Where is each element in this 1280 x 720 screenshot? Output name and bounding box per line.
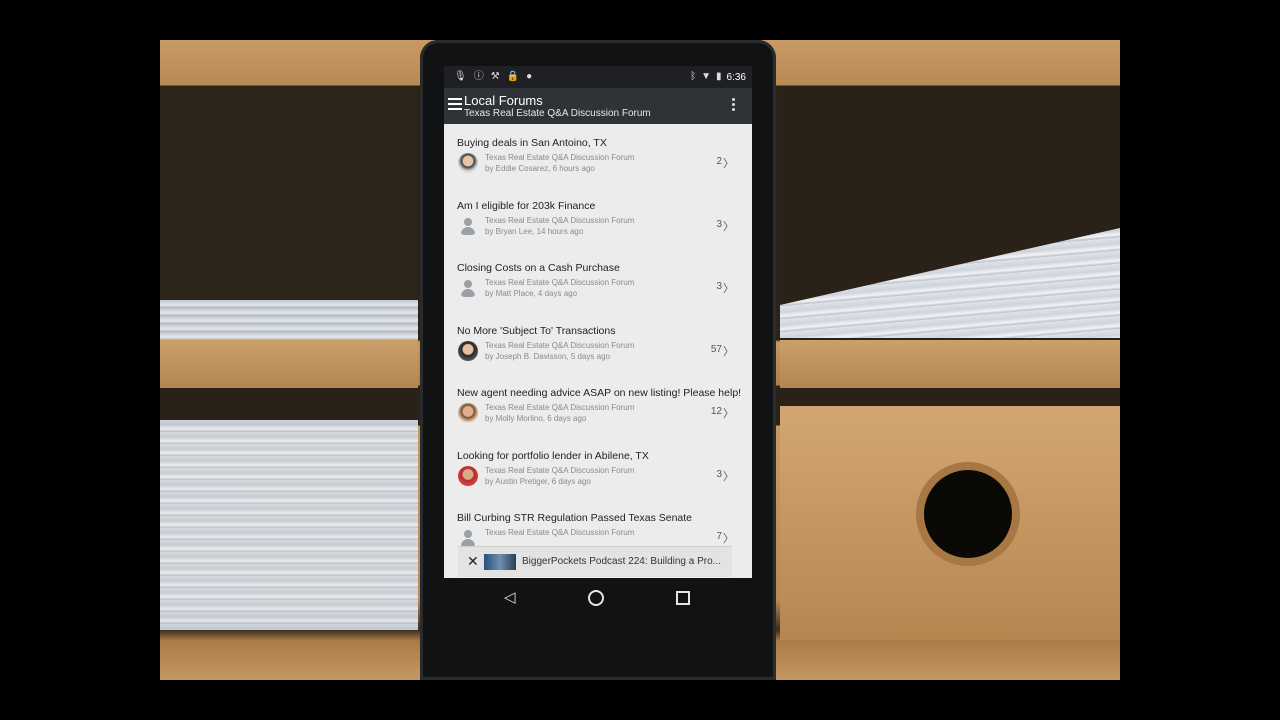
back-icon[interactable]: ◁ (504, 588, 516, 606)
info-icon: ⓘ (473, 71, 484, 82)
wifi-icon: ▼ (701, 71, 712, 82)
avatar (458, 278, 478, 298)
thread-byline: by Molly Morlino, 6 days ago (485, 414, 587, 423)
papers-stack (160, 300, 418, 340)
reply-count: 12 (710, 406, 722, 417)
reply-count: 3 (716, 218, 722, 230)
thread-row[interactable]: Am I eligible for 203k Finance Texas Rea… (444, 187, 752, 250)
recent-apps-icon[interactable] (676, 591, 690, 605)
home-icon[interactable] (588, 590, 604, 606)
thread-forum: Texas Real Estate Q&A Discussion Forum (485, 340, 635, 350)
thread-byline: by Eddie Cosarez, 6 hours ago (485, 164, 595, 173)
thread-forum: Texas Real Estate Q&A Discussion Forum (485, 528, 635, 537)
bluetooth-icon: ᛒ (690, 71, 697, 82)
thread-row[interactable]: Closing Costs on a Cash Purchase Texas R… (444, 249, 752, 312)
thread-title: No More 'Subject To' Transactions (457, 324, 616, 337)
thread-row[interactable]: Buying deals in San Antoino, TX Texas Re… (444, 124, 752, 187)
status-bar: 🎙 ⓘ ⚒ 🔒 ● ᛒ ▼ ▮ 6:36 (444, 66, 752, 88)
tools-icon: ⚒ (490, 71, 500, 82)
chevron-right-icon: 〉 (723, 470, 734, 483)
chevron-right-icon: 〉 (723, 533, 734, 545)
avatar (458, 153, 478, 173)
chevron-right-icon: 〉 (723, 283, 734, 295)
thread-forum: Texas Real Estate Q&A Discussion Forum (485, 465, 635, 475)
thread-forum: Texas Real Estate Q&A Discussion Forum (485, 278, 635, 287)
avatar (458, 340, 478, 361)
reply-count: 3 (716, 468, 722, 480)
battery-icon: ▮ (716, 71, 722, 82)
clock: 6:36 (726, 71, 746, 83)
avatar (458, 528, 478, 548)
thread-title: Closing Costs on a Cash Purchase (457, 262, 620, 274)
thread-row[interactable]: New agent needing advice ASAP on new lis… (444, 374, 752, 437)
overflow-menu-icon[interactable] (732, 98, 736, 113)
thread-row[interactable]: Looking for portfolio lender in Abilene,… (444, 437, 752, 500)
thread-title: Bill Curbing STR Regulation Passed Texas… (457, 512, 693, 524)
avatar (458, 216, 478, 236)
avatar (458, 403, 478, 423)
chevron-right-icon: 〉 (723, 158, 734, 170)
page-subtitle: Texas Real Estate Q&A Discussion Forum (464, 108, 651, 119)
thread-byline: by Bryan Lee, 14 hours ago (485, 226, 584, 236)
thread-list: Buying deals in San Antoino, TX Texas Re… (444, 124, 752, 562)
thread-title: Looking for portfolio lender in Abilene,… (457, 449, 649, 462)
chevron-right-icon: 〉 (723, 220, 734, 233)
reply-count: 3 (716, 281, 722, 292)
avatar (458, 465, 478, 486)
android-nav-bar: ◁ (444, 578, 752, 618)
page-title: Local Forums (464, 93, 543, 108)
chevron-right-icon: 〉 (723, 408, 734, 420)
reply-count: 57 (710, 343, 722, 355)
shelf-board (780, 340, 1120, 388)
thread-title: New agent needing advice ASAP on new lis… (457, 387, 742, 399)
thread-forum: Texas Real Estate Q&A Discussion Forum (485, 215, 635, 225)
thread-forum: Texas Real Estate Q&A Discussion Forum (485, 403, 635, 412)
thread-byline: by Austin Pretiger, 6 days ago (485, 476, 591, 486)
shelf-board (160, 340, 418, 388)
chevron-right-icon: 〉 (723, 345, 734, 358)
thread-forum: Texas Real Estate Q&A Discussion Forum (485, 153, 635, 162)
reply-count: 7 (716, 531, 722, 542)
podcast-mini-player[interactable]: ✕ BiggerPockets Podcast 224: Building a … (458, 546, 732, 577)
app-bar: Local Forums Texas Real Estate Q&A Discu… (444, 88, 752, 124)
reply-count: 2 (716, 156, 722, 167)
podcast-title[interactable]: BiggerPockets Podcast 224: Building a Pr… (522, 556, 721, 567)
menu-icon[interactable] (448, 98, 462, 110)
drawer-handle-hole (924, 470, 1012, 558)
thread-byline: by Joseph B. Davisson, 5 days ago (485, 351, 610, 361)
close-icon[interactable]: ✕ (467, 553, 479, 570)
podcast-thumbnail (484, 554, 516, 570)
thread-byline: by Matt Place, 4 days ago (485, 289, 578, 298)
phone-screen: 🎙 ⓘ ⚒ 🔒 ● ᛒ ▼ ▮ 6:36 Local Forums Texas … (444, 66, 752, 578)
android-icon: ● (526, 71, 533, 82)
lock-icon: 🔒 (506, 71, 520, 82)
thread-title: Buying deals in San Antoino, TX (457, 137, 607, 149)
thread-row[interactable]: No More 'Subject To' Transactions Texas … (444, 312, 752, 375)
thread-title: Am I eligible for 203k Finance (457, 199, 596, 212)
mic-icon: 🎙 (454, 71, 467, 82)
papers-stack (160, 420, 418, 630)
